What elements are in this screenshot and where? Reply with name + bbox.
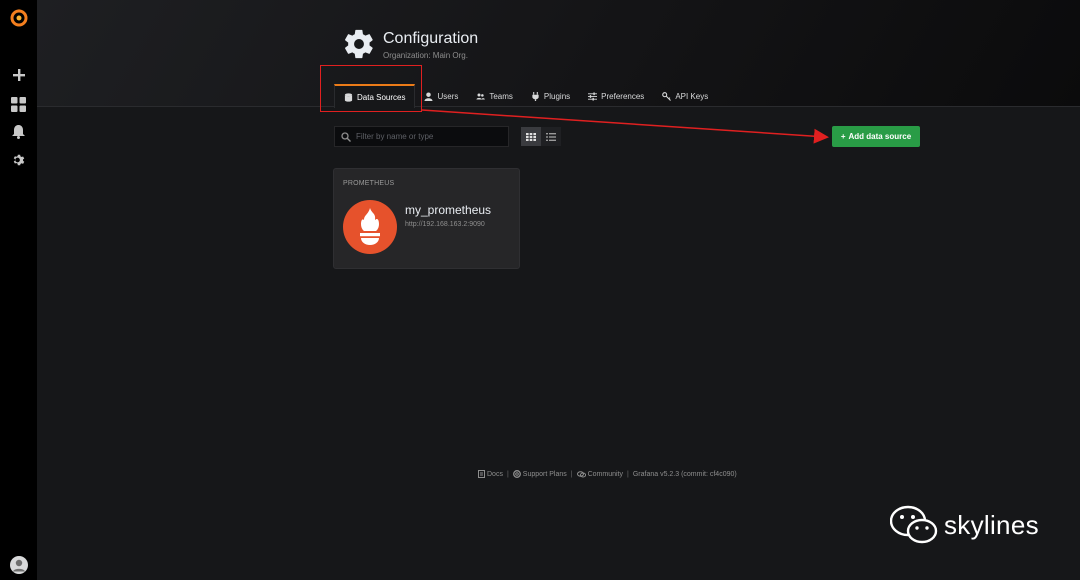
lifebuoy-icon [512,470,521,478]
tab-users[interactable]: Users [415,84,467,108]
footer-separator: | [627,470,629,478]
bell-icon[interactable] [0,121,37,143]
page-title: Configuration [383,30,479,47]
prometheus-logo-icon [343,200,397,254]
document-icon [478,470,485,478]
configuration-gear-icon [342,27,376,61]
watermark: skylines [890,505,1039,545]
tab-label: Plugins [543,91,571,101]
filter-input[interactable] [356,132,506,141]
tab-label: Users [437,91,459,101]
version-info: Grafana v5.2.3 (commit: cf4c090) [632,470,737,478]
support-plans-label: Support Plans [522,470,567,478]
plus-icon[interactable] [0,64,37,86]
config-tabs: Data Sources Users Teams Plugins Prefere… [334,84,717,108]
tab-teams[interactable]: Teams [467,84,522,108]
datasource-name: my_prometheus [405,203,492,217]
support-plans-link[interactable]: Support Plans [512,470,567,478]
watermark-text: skylines [944,509,1039,540]
wechat-icon [890,505,938,544]
docs-label: Docs [487,470,503,478]
filter-search-box[interactable] [334,126,509,147]
tab-label: Teams [489,91,513,101]
sliders-icon [588,91,598,101]
grid-view-button[interactable] [521,127,541,146]
key-icon [662,91,672,101]
plus-icon: + [840,132,846,141]
plug-icon [532,91,539,101]
community-link[interactable]: Community [576,470,623,478]
grafana-logo-icon[interactable] [0,6,37,30]
database-icon [344,92,353,102]
user-avatar-icon[interactable] [0,553,37,577]
tab-label: Preferences [601,91,645,101]
footer: Docs | Support Plans | Community | Grafa… [478,470,737,478]
datasource-type: PROMETHEUS [343,180,395,187]
community-label: Community [587,470,623,478]
list-view-button[interactable] [541,127,561,146]
organization-subtitle: Organization: Main Org. [383,51,468,60]
teams-icon [476,93,486,99]
view-mode-toggle [521,127,561,146]
tab-api-keys[interactable]: API Keys [653,84,717,108]
footer-separator: | [506,470,509,478]
grid-icon [526,132,536,141]
search-icon [341,131,351,142]
gear-icon[interactable] [0,149,37,171]
list-icon [546,132,556,141]
tab-plugins[interactable]: Plugins [522,84,579,108]
comments-icon [576,470,586,477]
sidebar [0,0,37,580]
add-data-source-label: Add data source [848,132,912,141]
tab-label: Data Sources [357,92,406,102]
docs-link[interactable]: Docs [478,470,503,478]
tab-label: API Keys [675,91,709,101]
datasource-url: http://192.168.163.2:9090 [405,221,485,228]
add-data-source-button[interactable]: + Add data source [832,126,920,147]
datasource-card[interactable]: PROMETHEUS my_prometheus http://192.168.… [333,168,520,269]
user-icon [424,91,434,101]
tab-preferences[interactable]: Preferences [579,84,653,108]
tab-data-sources[interactable]: Data Sources [334,84,416,108]
dashboards-icon[interactable] [0,93,37,115]
footer-separator: | [570,470,573,478]
